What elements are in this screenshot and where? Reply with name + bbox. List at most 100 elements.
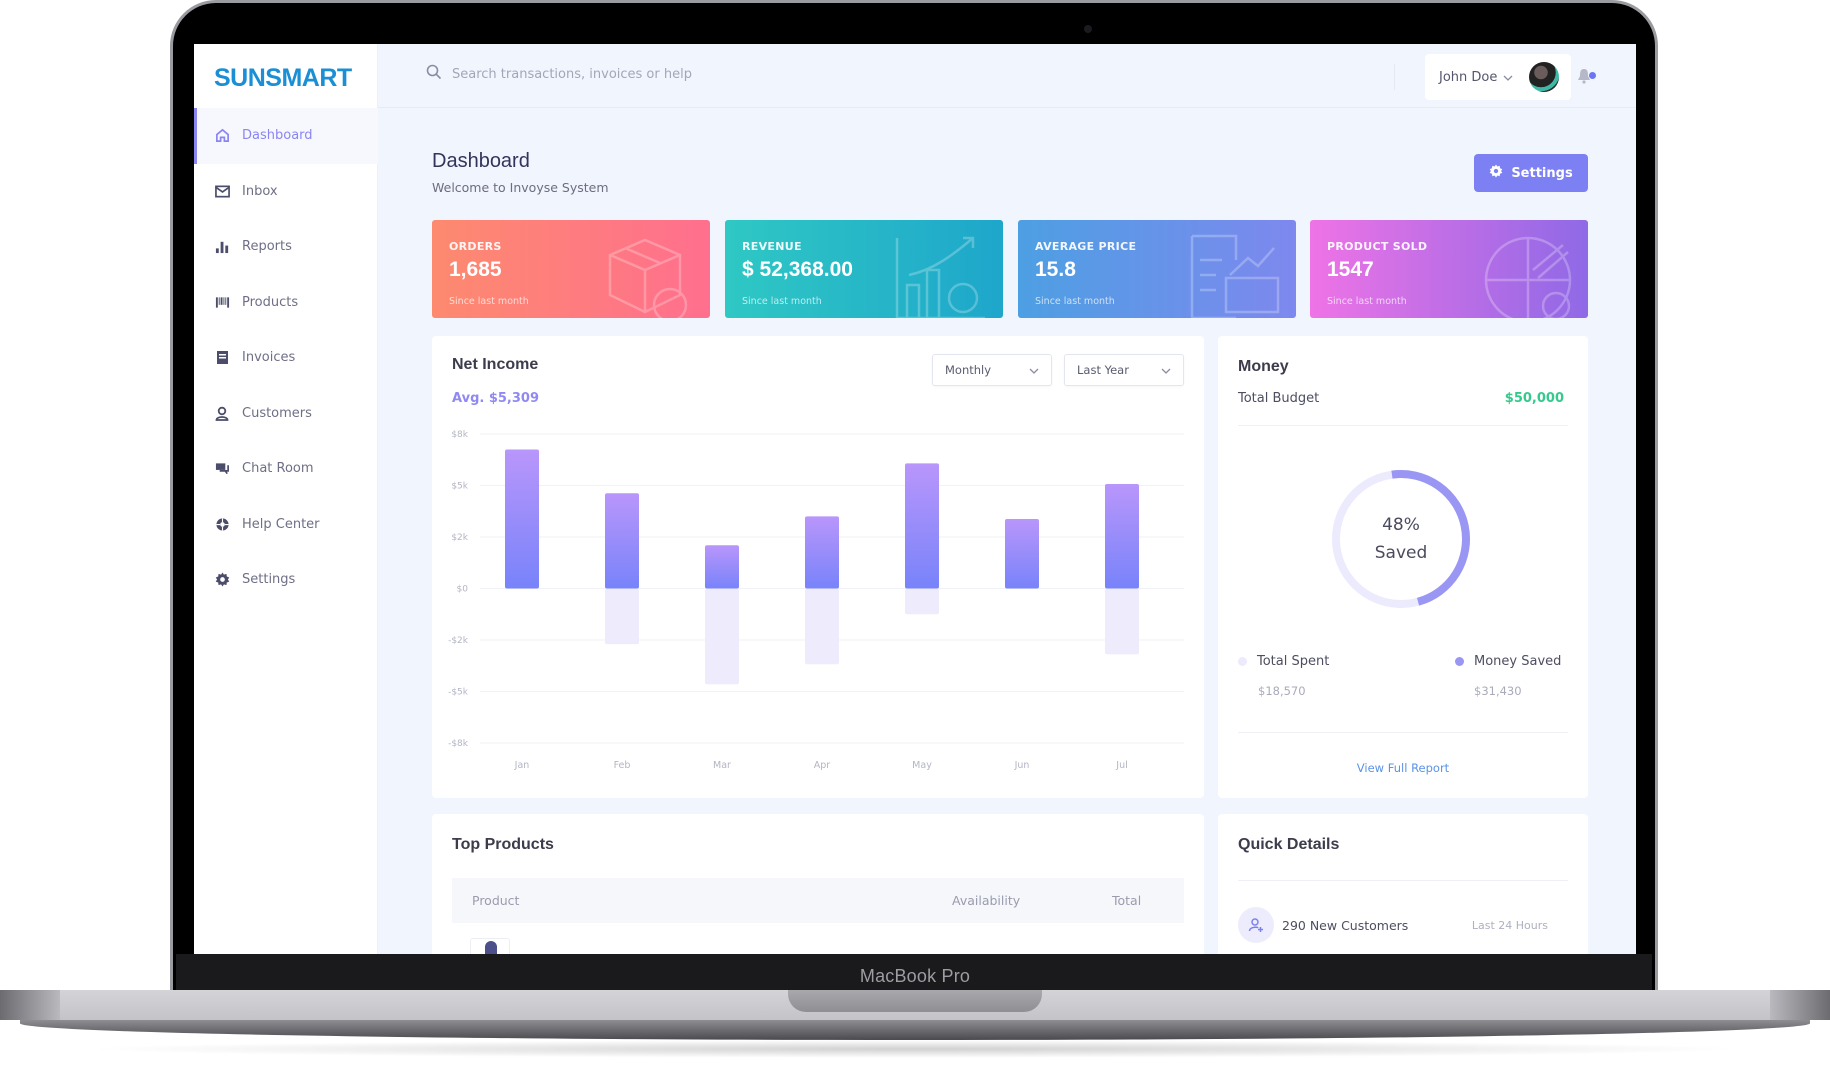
avatar[interactable] bbox=[1529, 62, 1559, 92]
home-icon bbox=[214, 128, 230, 144]
laptop-base-lip bbox=[20, 1020, 1810, 1040]
sidebar-item-label: Settings bbox=[242, 572, 296, 588]
money-saved-value: $31,430 bbox=[1474, 684, 1522, 698]
x-tick-label: Jun bbox=[1014, 760, 1030, 771]
topbar: John Doe bbox=[378, 44, 1636, 108]
stat-subtext: Since last month bbox=[1327, 296, 1407, 307]
stat-subtext: Since last month bbox=[742, 296, 822, 307]
gear-icon bbox=[1489, 164, 1503, 182]
page-title: Dashboard bbox=[432, 150, 530, 172]
legend-dot bbox=[1238, 657, 1247, 666]
sidebar-item-reports[interactable]: Reports bbox=[194, 219, 378, 275]
range-select-value: Last Year bbox=[1077, 363, 1129, 377]
top-products-card: Top Products Product Availability Total bbox=[432, 814, 1204, 954]
add-user-icon bbox=[1238, 907, 1274, 943]
user-menu[interactable]: John Doe bbox=[1425, 54, 1571, 100]
product-thumbnail[interactable] bbox=[470, 938, 510, 954]
chat-icon bbox=[214, 461, 230, 477]
settings-button[interactable]: Settings bbox=[1474, 154, 1588, 192]
legend-total-spent: Total Spent bbox=[1238, 654, 1329, 669]
column-header-availability[interactable]: Availability bbox=[952, 893, 1020, 908]
search-input[interactable] bbox=[452, 66, 782, 82]
stat-card-product-sold[interactable]: PRODUCT SOLD 1547 Since last month bbox=[1310, 220, 1588, 318]
settings-button-label: Settings bbox=[1511, 165, 1573, 181]
budget-value: $50,000 bbox=[1504, 391, 1564, 406]
detail-time: Last 24 Hours bbox=[1471, 918, 1548, 932]
sidebar-item-invoices[interactable]: Invoices bbox=[194, 330, 378, 386]
notification-dot bbox=[1589, 72, 1596, 79]
net-income-card: Net Income Avg. $5,309 Monthly Last Year bbox=[432, 336, 1204, 798]
stat-value: $ 52,368.00 bbox=[742, 258, 853, 281]
y-tick-label: $0 bbox=[457, 585, 469, 595]
sidebar-item-customers[interactable]: Customers bbox=[194, 386, 378, 442]
sidebar-item-label: Reports bbox=[242, 239, 292, 255]
chevron-down-icon bbox=[1029, 363, 1039, 377]
sidebar-item-chat-room[interactable]: Chat Room bbox=[194, 441, 378, 497]
gear-icon bbox=[214, 572, 230, 588]
stat-subtext: Since last month bbox=[1035, 296, 1115, 307]
stat-subtext: Since last month bbox=[449, 296, 529, 307]
bar-income-jan bbox=[505, 449, 539, 589]
range-select[interactable]: Last Year bbox=[1064, 354, 1184, 386]
x-tick-label: Feb bbox=[614, 760, 631, 771]
legend-money-saved: Money Saved bbox=[1455, 654, 1561, 669]
average-value: Avg. $5,309 bbox=[452, 391, 540, 406]
list-item[interactable]: 290 New Customers Last 24 Hours bbox=[1238, 906, 1548, 944]
bar-expense-apr bbox=[805, 588, 839, 665]
chevron-down-icon bbox=[1161, 363, 1171, 377]
pie-chart-icon bbox=[1484, 236, 1572, 318]
legend-label: Money Saved bbox=[1474, 654, 1562, 669]
stage: MacBook Pro SUNSMART Dashboard Inbox Rep… bbox=[0, 0, 1830, 1070]
stat-value: 15.8 bbox=[1035, 258, 1076, 281]
search-bar bbox=[426, 64, 782, 84]
saved-percent: 48% bbox=[1382, 515, 1420, 535]
detail-text: 290 New Customers bbox=[1282, 917, 1409, 933]
search-icon bbox=[426, 64, 442, 84]
sidebar-item-label: Chat Room bbox=[242, 461, 314, 477]
card-title: Quick Details bbox=[1238, 836, 1340, 853]
screen: SUNSMART Dashboard Inbox Reports Product… bbox=[194, 44, 1636, 954]
bar-expense-jul bbox=[1105, 588, 1139, 655]
column-header-product[interactable]: Product bbox=[472, 893, 519, 908]
sidebar-nav: Dashboard Inbox Reports Products Invoice… bbox=[194, 108, 378, 608]
sidebar-item-label: Invoices bbox=[242, 350, 296, 366]
invoice-icon bbox=[214, 350, 230, 366]
sidebar-item-label: Help Center bbox=[242, 516, 320, 532]
sidebar-item-label: Inbox bbox=[242, 183, 278, 199]
sidebar-item-settings[interactable]: Settings bbox=[194, 552, 378, 608]
bar-expense-may bbox=[905, 588, 939, 615]
logo[interactable]: SUNSMART bbox=[214, 64, 352, 93]
chevron-down-icon bbox=[1503, 70, 1513, 85]
view-full-report-link[interactable]: View Full Report bbox=[1218, 761, 1588, 775]
bell-icon[interactable] bbox=[1574, 66, 1596, 86]
x-tick-label: Jan bbox=[514, 760, 530, 771]
sidebar-item-products[interactable]: Products bbox=[194, 275, 378, 331]
stat-card-revenue[interactable]: REVENUE $ 52,368.00 Since last month bbox=[725, 220, 1003, 318]
laptop-notch bbox=[788, 990, 1042, 1012]
stat-label: REVENUE bbox=[742, 240, 802, 253]
period-select[interactable]: Monthly bbox=[932, 354, 1052, 386]
net-income-chart: $8k $5k $2k $0 -$2k -$5k -$8k Jan Feb Mar Apr May Ju… bbox=[448, 430, 1184, 771]
barcode-icon bbox=[214, 294, 230, 310]
stat-card-average-price[interactable]: AVERAGE PRICE 15.8 Since last month bbox=[1018, 220, 1296, 318]
y-tick-label: $8k bbox=[451, 430, 468, 440]
x-tick-label: May bbox=[912, 760, 932, 771]
column-header-total[interactable]: Total bbox=[1112, 893, 1141, 908]
y-tick-label: -$8k bbox=[448, 739, 469, 749]
bar-income-feb bbox=[605, 493, 639, 589]
bar-income-apr bbox=[805, 516, 839, 589]
laptop-shadow bbox=[80, 1040, 1750, 1058]
y-tick-label: -$5k bbox=[448, 688, 469, 698]
card-title: Money bbox=[1238, 358, 1289, 375]
sidebar-item-label: Dashboard bbox=[242, 128, 313, 144]
camera bbox=[1084, 25, 1092, 33]
sidebar-item-inbox[interactable]: Inbox bbox=[194, 164, 378, 220]
bar-income-jun bbox=[1005, 518, 1039, 589]
stat-card-orders[interactable]: ORDERS 1,685 Since last month bbox=[432, 220, 710, 318]
sidebar-item-dashboard[interactable]: Dashboard bbox=[194, 108, 378, 164]
device-label: MacBook Pro bbox=[859, 966, 971, 986]
stat-label: ORDERS bbox=[449, 240, 502, 253]
bar-income-mar bbox=[705, 545, 739, 589]
sidebar-item-help-center[interactable]: Help Center bbox=[194, 497, 378, 553]
bar-chart-icon bbox=[214, 239, 230, 255]
